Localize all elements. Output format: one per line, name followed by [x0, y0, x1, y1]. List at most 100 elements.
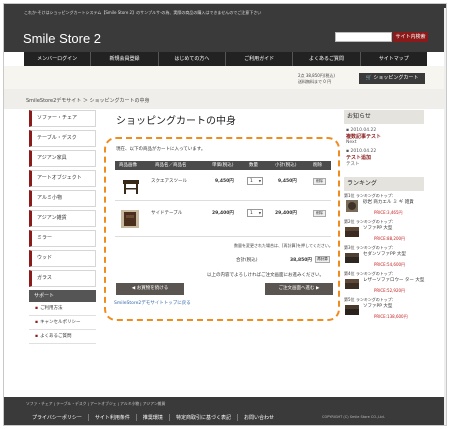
ranking-heading: ランキング	[344, 177, 424, 191]
header-note: これか-そけはショッピングカートシステム【Smile Store 2】のサンプル…	[24, 10, 262, 15]
ranking-thumbnail	[345, 253, 359, 263]
category-glass[interactable]: ガラス	[29, 270, 96, 287]
quantity-value: 1	[250, 211, 253, 216]
ranking-item[interactable]: 第1位 ランキングのトップ： 砂岩 商カエル ミ ギ 雑貨 PRICE:3,46…	[344, 193, 424, 217]
footer-contact[interactable]: お問い合わせ	[238, 414, 280, 421]
support-item-cancel[interactable]: ▪ キャンセルポリシー	[29, 316, 96, 330]
gnav-guide[interactable]: ご利用ガイド	[226, 52, 294, 66]
footer-environment[interactable]: 推奨環境	[137, 414, 170, 421]
ranking-name: レザーソファロウー ター 大型	[363, 278, 425, 283]
right-sidebar: お知らせ ▪ 2010.04.22 複数記事テスト Next ▪ 2010.04…	[344, 110, 424, 321]
gnav-faq[interactable]: よくあるご質問	[293, 52, 361, 66]
left-sidebar: ソファー・チェア テーブル・デスク アジアン家具 アートオブジェクト アルミ小物…	[29, 110, 96, 344]
product-name[interactable]: スクエアスツール	[151, 178, 187, 184]
breadcrumb[interactable]: SmileStore2デモサイト ＞ ショッピングカートの中身	[26, 97, 149, 104]
ranking-item[interactable]: 第5位 ランキングのトップ： ソファPP 大型 PRICE:138,600円	[344, 297, 424, 321]
scrollbar[interactable]	[444, 8, 446, 425]
footer-terms[interactable]: サイト利用条件	[89, 414, 137, 421]
gnav-register[interactable]: 新規会員登録	[91, 52, 159, 66]
ranking-name: セダンソファPP 大型	[363, 252, 406, 257]
gnav-first-time[interactable]: はじめての方へ	[159, 52, 226, 66]
delete-button[interactable]: 削除	[313, 178, 326, 185]
quantity-select[interactable]: 1 ▼	[247, 177, 263, 185]
ranking-name: 砂岩 商カエル ミ ギ 雑貨	[363, 200, 414, 205]
chevron-down-icon: ▼	[258, 211, 261, 215]
stool-thumbnail	[123, 180, 139, 194]
ranking-item[interactable]: 第2位 ランキングのトップ： ソファPP 大型 PRICE:88,200円	[344, 219, 424, 243]
category-asian-goods[interactable]: アジアン雑貨	[29, 210, 96, 227]
product-price: 29,400円	[212, 211, 234, 216]
chevron-down-icon: ▼	[258, 179, 261, 183]
proceed-label: ご注文画面へ進む	[278, 286, 315, 291]
browser-page: これか-そけはショッピングカートシステム【Smile Store 2】のサンプル…	[3, 3, 447, 426]
category-asian-furniture[interactable]: アジアン家具	[29, 150, 96, 167]
continue-label: お買物を続ける	[136, 286, 169, 291]
support-item-faq[interactable]: ▪ よくあるご質問	[29, 330, 96, 344]
cart-intro: 現在、以下の商品がカートに入っています。	[116, 147, 206, 152]
cart-button-label: ショッピングカート	[373, 75, 419, 81]
footer-category-links[interactable]: ソファ・チェア | テーブル・デスク | アートオブジェ | アルミ小物 | ア…	[26, 401, 165, 407]
col-image: 商品画像	[119, 163, 137, 168]
bullet-icon: ▪	[35, 320, 39, 325]
ranking-name: ソファPP 大型	[363, 304, 393, 309]
col-name: 商品名／商品名	[155, 163, 187, 168]
ranking-item[interactable]: 第3位 ランキングのトップ： セダンソファPP 大型 PRICE:54,600円	[344, 245, 424, 269]
ranking-thumbnail	[346, 200, 358, 212]
ranking-price: PRICE:88,200円	[374, 236, 406, 241]
product-name[interactable]: サイドテーブル	[151, 210, 182, 216]
search-button[interactable]: サイト内検索	[393, 32, 428, 42]
news-heading: お知らせ	[344, 110, 424, 124]
news-sub: テスト	[346, 162, 360, 167]
recalc-button[interactable]: 再計算	[315, 256, 330, 263]
product-subtotal: 29,400円	[275, 211, 297, 216]
ranking-price: PRICE:3,465円	[374, 210, 403, 215]
side-table-thumbnail	[121, 210, 139, 228]
support-item-usage[interactable]: ▪ ご利用方法	[29, 302, 96, 316]
total-label: 合計(税込)	[236, 258, 258, 263]
support-item-label: よくあるご質問	[40, 334, 72, 339]
footer-privacy[interactable]: プライバシーポリシー	[26, 414, 89, 421]
copyright: COPYRIGHT (C) Smile Store CO.,Ltd.	[322, 415, 385, 419]
quantity-value: 1	[250, 179, 253, 184]
support-item-label: ご利用方法	[40, 306, 63, 311]
news-title[interactable]: テスト追加	[344, 154, 424, 161]
quantity-select[interactable]: 1 ▼	[247, 209, 263, 217]
support-item-label: キャンセルポリシー	[40, 320, 81, 325]
table-row: スクエアスツール 9,450円 1 ▼ 9,450円 削除	[115, 171, 331, 201]
category-table-desk[interactable]: テーブル・デスク	[29, 130, 96, 147]
confirm-text: 以上の内容でよろしければご注文画面にお進みください。	[207, 273, 324, 278]
news-title[interactable]: 複数記事テスト	[344, 133, 424, 140]
chevron-right-icon: ▶	[314, 286, 320, 291]
recalc-note: 数量を変更された場合は、[再計算]を押してください。	[234, 243, 333, 248]
category-wood[interactable]: ウッド	[29, 250, 96, 267]
delete-button[interactable]: 削除	[313, 210, 326, 217]
total-value: 38,850円	[290, 258, 312, 263]
cart-button[interactable]: 🛒 ショッピングカート	[359, 73, 425, 84]
table-row: サイドテーブル 29,400円 1 ▼ 29,400円 削除	[115, 201, 331, 237]
footer-legal[interactable]: 特定商取引に基づく表記	[170, 414, 238, 421]
category-sofa-chair[interactable]: ソファー・チェア	[29, 110, 96, 127]
col-qty: 数量	[249, 163, 258, 168]
back-to-top-link[interactable]: SmileStore2デモサイトトップに戻る	[114, 300, 191, 306]
gnav-sitemap[interactable]: サイトマップ	[361, 52, 427, 66]
product-subtotal: 9,450円	[278, 179, 297, 184]
proceed-order-button[interactable]: ご注文画面へ進む ▶	[265, 283, 333, 295]
page-title: ショッピングカートの中身	[116, 116, 236, 127]
ranking-thumbnail	[345, 305, 359, 315]
ranking-thumbnail	[345, 279, 359, 289]
site-logo[interactable]: Smile Store 2	[23, 31, 101, 46]
news-sub: Next	[346, 140, 357, 145]
cart-summary-shipping: 送料無料まで 0 円	[298, 79, 332, 84]
footer-nav: プライバシーポリシー サイト利用条件 推奨環境 特定商取引に基づく表記 お問い合…	[26, 414, 280, 421]
category-aluminium[interactable]: アルミ小物	[29, 190, 96, 207]
continue-shopping-button[interactable]: ◀ お買物を続ける	[116, 283, 184, 295]
gnav-member-login[interactable]: メンバーログイン	[24, 52, 92, 66]
support-heading: サポート	[29, 290, 96, 302]
category-mirror[interactable]: ミラー	[29, 230, 96, 247]
col-subtotal: 小計(税込)	[275, 163, 297, 168]
category-art-object[interactable]: アートオブジェクト	[29, 170, 96, 187]
ranking-item[interactable]: 第4位 ランキングのトップ： レザーソファロウー ター 大型 PRICE:52,…	[344, 271, 424, 295]
search-input[interactable]	[335, 32, 392, 42]
col-price: 単価(税込)	[212, 163, 234, 168]
product-price: 9,450円	[215, 179, 234, 184]
